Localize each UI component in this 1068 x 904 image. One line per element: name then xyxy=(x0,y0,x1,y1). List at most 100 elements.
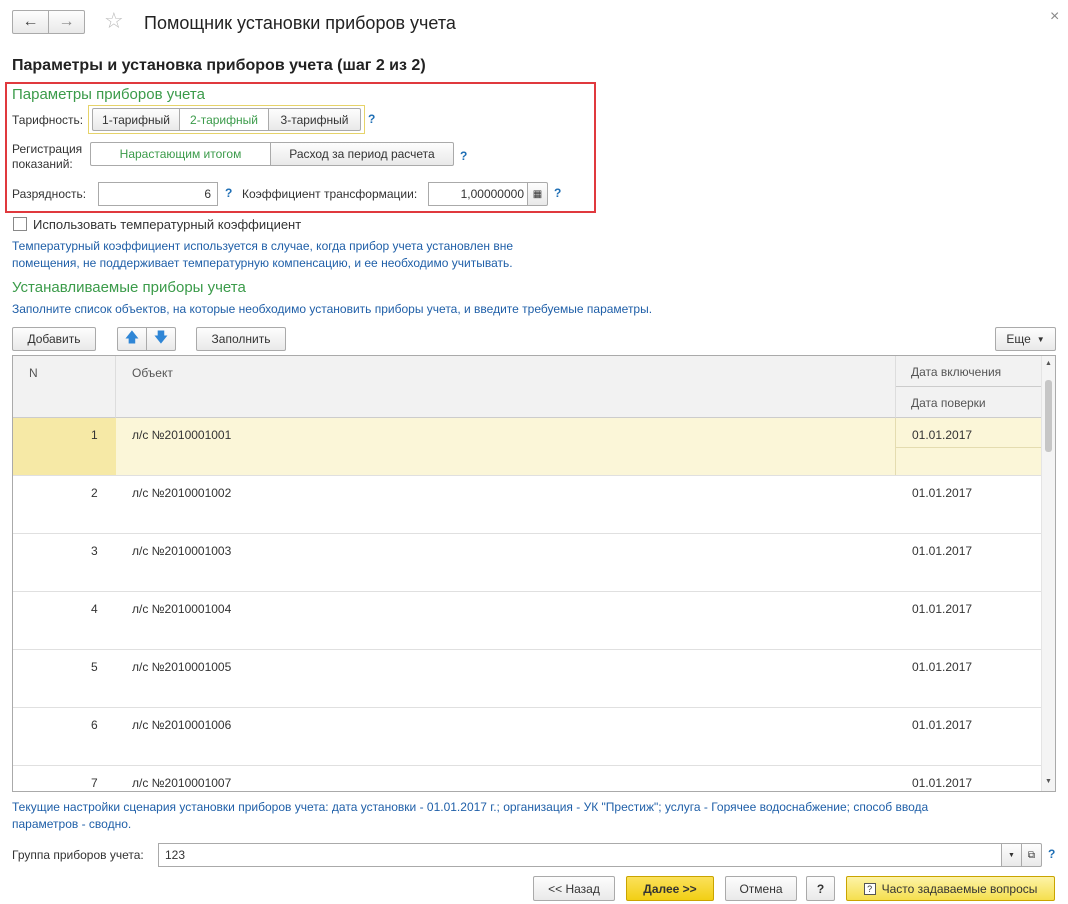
devices-table: N Объект Дата включения Дата поверки 1 л… xyxy=(12,355,1056,792)
row-date-on: 01.01.2017 xyxy=(912,718,973,732)
col-n-label: N xyxy=(29,366,38,380)
row-date-on: 01.01.2017 xyxy=(912,486,973,500)
registration-help-icon[interactable]: ? xyxy=(460,149,467,163)
temp-coef-label: Использовать температурный коэффициент xyxy=(33,217,302,232)
ratio-input[interactable] xyxy=(428,182,528,206)
registration-option-cumulative[interactable]: Нарастающим итогом xyxy=(90,142,271,166)
table-row[interactable]: 2 л/с №2010001002 01.01.2017 xyxy=(13,476,1042,534)
next-button[interactable]: Далее >> xyxy=(626,876,714,901)
col-header-n[interactable]: N xyxy=(13,356,116,418)
help-button[interactable]: ? xyxy=(806,876,835,901)
tariff-label: Тарифность: xyxy=(12,113,84,127)
forward-nav-button[interactable]: → xyxy=(48,10,85,34)
faq-label: Часто задаваемые вопросы xyxy=(881,881,1038,896)
registration-label-2: показаний: xyxy=(12,157,73,171)
settings-note-line-2: параметров - сводно. xyxy=(12,817,132,831)
col-object-label: Объект xyxy=(132,366,173,380)
temp-note-line-2: помещения, не поддерживает температурную… xyxy=(12,256,513,270)
more-button[interactable]: Еще ▼ xyxy=(995,327,1056,351)
digits-input[interactable] xyxy=(98,182,218,206)
devices-note: Заполните список объектов, на которые не… xyxy=(12,302,653,316)
window-title: Помощник установки приборов учета xyxy=(144,13,456,33)
group-dropdown-button[interactable]: ▼ xyxy=(1001,843,1022,867)
col-date-on-label: Дата включения xyxy=(911,365,1002,379)
group-input[interactable] xyxy=(158,843,1002,867)
back-button[interactable]: << Назад xyxy=(533,876,615,901)
row-object: л/с №2010001005 xyxy=(132,660,232,674)
col-header-date-check[interactable]: Дата поверки xyxy=(896,387,1042,418)
table-row[interactable]: 6 л/с №2010001006 01.01.2017 xyxy=(13,708,1042,766)
add-button[interactable]: Добавить xyxy=(12,327,96,351)
table-row[interactable]: 3 л/с №2010001003 01.01.2017 xyxy=(13,534,1042,592)
group-label: Группа приборов учета: xyxy=(12,848,144,862)
row-n: 3 xyxy=(91,544,98,558)
col-header-date-on[interactable]: Дата включения xyxy=(896,356,1042,387)
row-date-on: 01.01.2017 xyxy=(912,602,973,616)
row-date-on: 01.01.2017 xyxy=(912,660,973,674)
table-row[interactable]: 5 л/с №2010001005 01.01.2017 xyxy=(13,650,1042,708)
row-object: л/с №2010001002 xyxy=(132,486,232,500)
arrow-left-icon: ← xyxy=(22,13,39,30)
chevron-down-icon: ▼ xyxy=(1036,334,1045,344)
row-n: 6 xyxy=(91,718,98,732)
row-date-on: 01.01.2017 xyxy=(912,428,973,442)
move-up-button[interactable]: 🡅 xyxy=(117,327,147,351)
star-icon[interactable]: ☆ xyxy=(104,8,124,34)
registration-label-1: Регистрация xyxy=(12,142,83,156)
date-split xyxy=(896,447,1042,448)
table-row[interactable]: 7 л/с №2010001007 01.01.2017 xyxy=(13,766,1042,791)
digits-help-icon[interactable]: ? xyxy=(225,186,232,200)
ratio-label: Коэффициент трансформации: xyxy=(242,187,418,201)
row-n: 4 xyxy=(91,602,98,616)
table-row[interactable]: 1 л/с №2010001001 01.01.2017 xyxy=(13,418,1042,476)
move-down-button[interactable]: 🡇 xyxy=(146,327,176,351)
row-n: 5 xyxy=(91,660,98,674)
col-date-check-label: Дата поверки xyxy=(911,396,986,410)
params-section-title: Параметры приборов учета xyxy=(12,86,205,103)
tariff-option-3[interactable]: 3-тарифный xyxy=(268,108,361,131)
arrow-up-icon: 🡅 xyxy=(124,329,140,345)
faq-icon: ? xyxy=(863,882,876,895)
faq-button[interactable]: ? Часто задаваемые вопросы xyxy=(846,876,1055,901)
row-object: л/с №2010001006 xyxy=(132,718,232,732)
more-label: Еще xyxy=(1006,332,1031,346)
table-scrollbar[interactable]: ▲ ▼ xyxy=(1041,356,1055,791)
row-object: л/с №2010001004 xyxy=(132,602,232,616)
group-help-icon[interactable]: ? xyxy=(1048,847,1055,861)
digits-label: Разрядность: xyxy=(12,187,87,201)
step-title: Параметры и установка приборов учета (ша… xyxy=(12,57,426,74)
devices-section-title: Устанавливаемые приборы учета xyxy=(12,279,246,296)
close-icon[interactable]: × xyxy=(1050,8,1059,26)
row-n: 1 xyxy=(91,428,98,442)
row-n: 2 xyxy=(91,486,98,500)
scroll-up-icon[interactable]: ▲ xyxy=(1045,360,1052,367)
row-date-on: 01.01.2017 xyxy=(912,776,973,790)
temp-coef-checkbox[interactable] xyxy=(13,217,27,231)
row-object: л/с №2010001003 xyxy=(132,544,232,558)
back-nav-button[interactable]: ← xyxy=(12,10,49,34)
tariff-option-1[interactable]: 1-тарифный xyxy=(92,108,180,131)
table-row[interactable]: 4 л/с №2010001004 01.01.2017 xyxy=(13,592,1042,650)
group-open-button[interactable]: ⧉ xyxy=(1021,843,1042,867)
dropdown-arrow-icon: ▼ xyxy=(1008,851,1015,859)
open-form-icon: ⧉ xyxy=(1027,849,1036,861)
scroll-down-icon[interactable]: ▼ xyxy=(1045,778,1052,785)
tariff-help-icon[interactable]: ? xyxy=(368,112,375,126)
arrow-down-icon: 🡇 xyxy=(153,329,169,345)
col-header-object[interactable]: Объект xyxy=(116,356,896,418)
settings-note-line-1: Текущие настройки сценария установки при… xyxy=(12,800,929,814)
fill-button[interactable]: Заполнить xyxy=(196,327,286,351)
registration-option-period[interactable]: Расход за период расчета xyxy=(270,142,454,166)
scroll-thumb[interactable] xyxy=(1045,380,1052,452)
ratio-help-icon[interactable]: ? xyxy=(554,186,561,200)
row-object: л/с №2010001007 xyxy=(132,776,232,790)
row-date-on: 01.01.2017 xyxy=(912,544,973,558)
arrow-right-icon: → xyxy=(58,13,75,30)
row-n: 7 xyxy=(91,776,98,790)
temp-note-line-1: Температурный коэффициент используется в… xyxy=(12,239,514,253)
row-object: л/с №2010001001 xyxy=(132,428,232,442)
cancel-button[interactable]: Отмена xyxy=(725,876,797,901)
calculator-icon[interactable]: ▦ xyxy=(527,182,548,206)
tariff-option-2[interactable]: 2-тарифный xyxy=(179,108,269,131)
row-n-cell-selected xyxy=(13,418,116,475)
